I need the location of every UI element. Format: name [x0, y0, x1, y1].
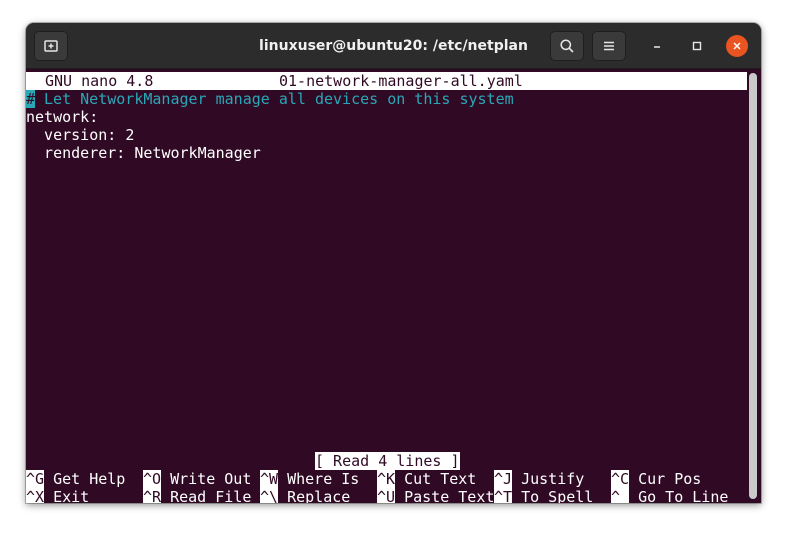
- shortcut-exit[interactable]: ^X Exit: [26, 488, 89, 503]
- shortcut-label: Cur Pos: [629, 470, 702, 488]
- new-tab-button[interactable]: [34, 31, 68, 61]
- shortcut-label: Cut Text: [395, 470, 477, 488]
- maximize-button[interactable]: [686, 35, 708, 57]
- shortcut-label: Write Out: [161, 470, 252, 488]
- shortcut-label: Read File: [161, 488, 252, 503]
- shortcut-row-2: ^X Exit ^R Read File ^\ Replace ^U Paste…: [26, 488, 728, 503]
- shortcut-paste-text[interactable]: ^U Paste Text: [377, 488, 494, 503]
- close-icon: [733, 42, 741, 50]
- shortcut-label: Replace: [278, 488, 351, 503]
- hamburger-menu-icon: [604, 41, 614, 51]
- shortcut-read-file[interactable]: ^R Read File: [143, 488, 251, 503]
- shortcut-key: ^J: [494, 470, 513, 488]
- shortcut-key: ^O: [143, 470, 162, 488]
- shortcut-row-1: ^G Get Help ^O Write Out ^W Where Is ^K …: [26, 470, 701, 488]
- shortcut-replace[interactable]: ^\ Replace: [260, 488, 350, 503]
- shortcut-label: Exit: [44, 488, 90, 503]
- shortcut-key: ^X: [26, 488, 45, 503]
- nano-header-bar: GNU nano 4.8 01-network-manager-all.yaml: [26, 72, 747, 90]
- nano-filename: 01-network-manager-all.yaml: [279, 72, 523, 90]
- nano-version: GNU nano 4.8: [45, 72, 154, 90]
- text-cursor: #: [26, 90, 36, 108]
- minimize-button[interactable]: [646, 35, 668, 57]
- shortcut-label: Go To Line: [629, 488, 729, 503]
- minimize-icon: [654, 46, 660, 48]
- shortcut-key: ^G: [26, 470, 45, 488]
- menu-button[interactable]: [592, 31, 626, 61]
- scrollbar[interactable]: [749, 73, 757, 499]
- shortcut-key: ^R: [143, 488, 162, 503]
- shortcut-label: Paste Text: [395, 488, 495, 503]
- shortcut-key: ^W: [260, 470, 279, 488]
- comment-text: Let NetworkManager manage all devices on…: [35, 90, 514, 108]
- shortcut-cut-text[interactable]: ^K Cut Text: [377, 470, 476, 488]
- editor-line-1[interactable]: # Let NetworkManager manage all devices …: [26, 90, 514, 108]
- shortcut-cur-pos[interactable]: ^C Cur Pos: [611, 470, 701, 488]
- shortcut-justify[interactable]: ^J Justify: [494, 470, 584, 488]
- shortcut-key: ^\: [260, 488, 279, 503]
- shortcut-to-spell[interactable]: ^T To Spell: [494, 488, 593, 503]
- terminal-content[interactable]: GNU nano 4.8 01-network-manager-all.yaml…: [26, 69, 748, 503]
- editor-line-3[interactable]: version: 2: [26, 126, 134, 144]
- shortcut-label: Where Is: [278, 470, 360, 488]
- new-tab-icon: [44, 40, 58, 52]
- shortcut-label: Get Help: [44, 470, 126, 488]
- search-icon: [560, 39, 574, 53]
- close-button[interactable]: [726, 35, 748, 57]
- shortcut-get-help[interactable]: ^G Get Help: [26, 470, 125, 488]
- shortcut-key: ^T: [494, 488, 513, 503]
- editor-line-4[interactable]: renderer: NetworkManager: [26, 144, 261, 162]
- shortcut-where-is[interactable]: ^W Where Is: [260, 470, 359, 488]
- shortcut-label: To Spell: [512, 488, 594, 503]
- shortcut-write-out[interactable]: ^O Write Out: [143, 470, 251, 488]
- search-button[interactable]: [550, 31, 584, 61]
- shortcut-key: ^C: [611, 470, 630, 488]
- title-bar[interactable]: linuxuser@ubuntu20: /etc/netplan: [26, 23, 761, 69]
- shortcut-key: ^_: [611, 488, 630, 503]
- status-message: [ Read 4 lines ]: [315, 452, 460, 470]
- shortcut-key: ^K: [377, 470, 396, 488]
- shortcut-label: Justify: [512, 470, 585, 488]
- terminal-window: linuxuser@ubuntu20: /etc/netplan GNU nan…: [26, 23, 761, 503]
- maximize-icon: [692, 41, 702, 51]
- shortcut-key: ^U: [377, 488, 396, 503]
- shortcut-go-to-line[interactable]: ^_ Go To Line: [611, 488, 728, 503]
- editor-line-2[interactable]: network:: [26, 108, 98, 126]
